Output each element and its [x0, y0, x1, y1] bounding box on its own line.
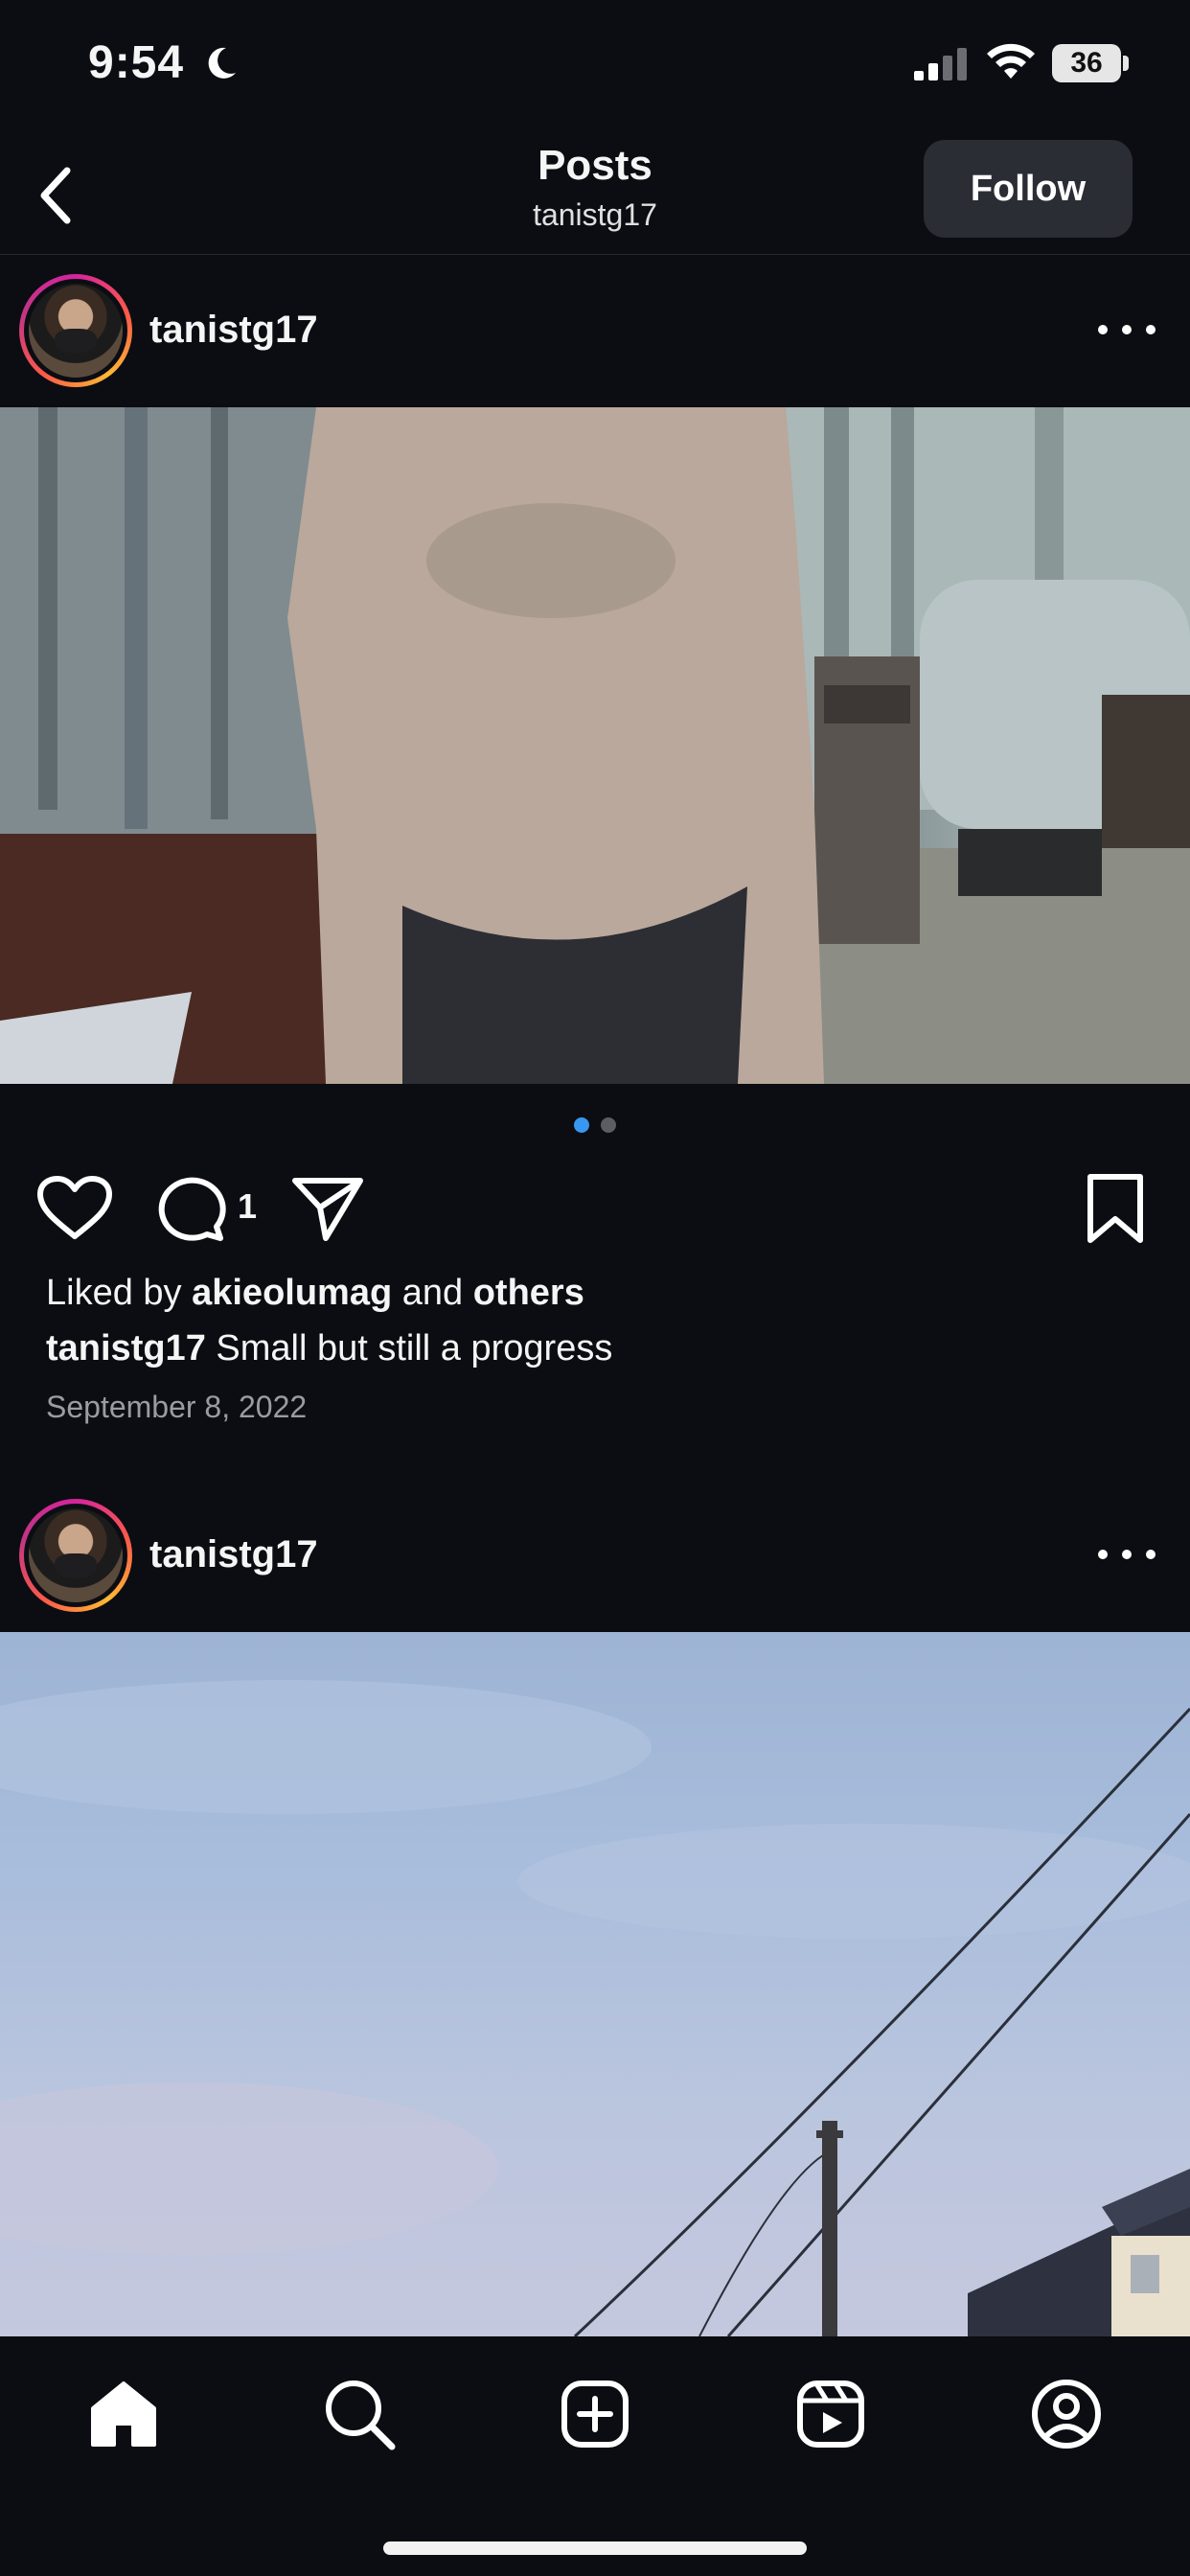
- caption-text-line: tanistg17 Small but still a progress: [46, 1321, 1148, 1376]
- post-username[interactable]: tanistg17: [149, 1533, 318, 1576]
- wifi-icon: [987, 43, 1035, 79]
- post-photo-illustration: [0, 1680, 1190, 2336]
- more-dot-icon: [1098, 1550, 1108, 1559]
- bookmark-icon: [1087, 1174, 1143, 1243]
- carousel-dot: [601, 1117, 616, 1133]
- more-options-button[interactable]: [1098, 1535, 1156, 1574]
- share-button[interactable]: [291, 1173, 364, 1244]
- home-icon: [91, 2381, 156, 2447]
- reels-icon: [797, 2380, 864, 2448]
- cellular-signal-icon: [914, 48, 967, 80]
- tab-reels[interactable]: [788, 2371, 874, 2457]
- heart-icon: [37, 1176, 112, 1239]
- caption-text: Small but still a progress: [216, 1328, 613, 1368]
- moon-icon: [208, 47, 236, 79]
- comment-icon: [158, 1177, 226, 1241]
- battery-tip: [1123, 56, 1129, 71]
- liked-by-prefix: Liked by: [46, 1273, 182, 1313]
- home-indicator: [383, 2542, 807, 2555]
- nav-header: Posts tanistg17 Follow: [0, 134, 1190, 255]
- more-dot-icon: [1098, 325, 1108, 334]
- post-actions: 1: [0, 1165, 1190, 1252]
- send-icon: [292, 1178, 363, 1241]
- post-photo[interactable]: [0, 407, 1190, 1084]
- more-dot-icon: [1122, 1550, 1132, 1559]
- avatar[interactable]: [19, 274, 132, 387]
- post-date: September 8, 2022: [46, 1390, 308, 1424]
- tab-create[interactable]: [552, 2371, 638, 2457]
- battery-indicator: 36: [1052, 44, 1129, 82]
- post-header: tanistg17: [0, 257, 1190, 401]
- tab-search[interactable]: [316, 2371, 402, 2457]
- create-icon: [561, 2380, 629, 2448]
- caption-username[interactable]: tanistg17: [46, 1328, 206, 1368]
- comment-count: 1: [238, 1186, 258, 1226]
- liked-by: Liked by akieolumag and others: [46, 1265, 1148, 1321]
- battery-level: 36: [1052, 44, 1121, 82]
- carousel-dot-active: [574, 1117, 589, 1133]
- post-username[interactable]: tanistg17: [149, 309, 318, 352]
- like-button[interactable]: [36, 1175, 113, 1242]
- search-icon: [326, 2380, 396, 2450]
- tab-profile[interactable]: [1023, 2371, 1110, 2457]
- comment-button[interactable]: [153, 1173, 226, 1244]
- liked-by-and: and: [401, 1273, 464, 1313]
- post-header: tanistg17: [0, 1482, 1190, 1625]
- post-caption: Liked by akieolumag and others tanistg17…: [46, 1265, 1148, 1376]
- follow-button[interactable]: Follow: [924, 140, 1133, 238]
- status-time: 9:54: [88, 37, 185, 88]
- profile-icon: [1032, 2380, 1101, 2449]
- tab-home[interactable]: [80, 2371, 167, 2457]
- more-dot-icon: [1146, 1550, 1156, 1559]
- more-dot-icon: [1146, 325, 1156, 334]
- status-bar: 9:54 36: [0, 0, 1190, 134]
- liked-by-user[interactable]: akieolumag: [192, 1273, 392, 1313]
- post-photo[interactable]: [0, 1632, 1190, 2336]
- post-photo-illustration: [0, 407, 1190, 1084]
- bottom-tab-bar: [0, 2336, 1190, 2576]
- save-button[interactable]: [1083, 1173, 1148, 1246]
- carousel-indicator: [0, 1117, 1190, 1133]
- more-dot-icon: [1122, 325, 1132, 334]
- liked-by-others[interactable]: others: [473, 1273, 584, 1313]
- avatar[interactable]: [19, 1499, 132, 1612]
- more-options-button[interactable]: [1098, 310, 1156, 349]
